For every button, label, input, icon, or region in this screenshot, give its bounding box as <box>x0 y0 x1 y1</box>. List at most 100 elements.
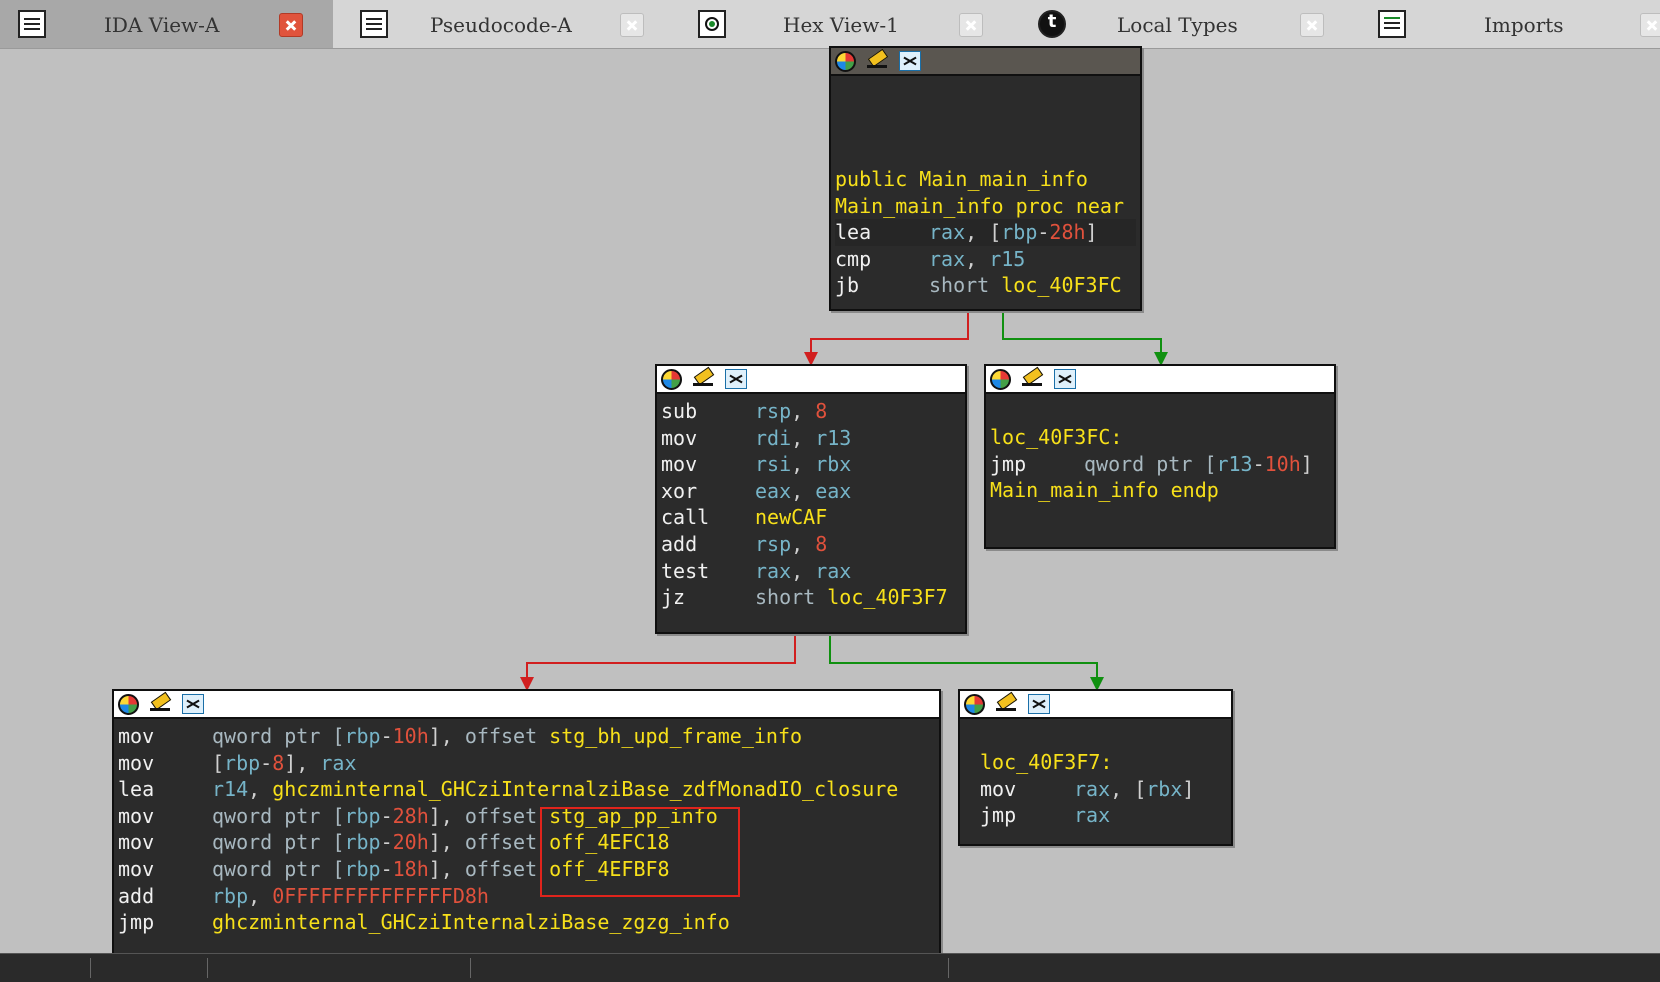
number: 10h <box>392 724 429 748</box>
code-line[interactable]: call newCAF <box>661 504 961 531</box>
label-definition[interactable]: loc_40F3F7: <box>980 750 1112 774</box>
tab-hex-view-1[interactable]: Hex View-1 <box>680 0 998 48</box>
punctuation: ], <box>428 803 465 828</box>
close-icon[interactable] <box>959 13 983 37</box>
mnemonic: mov <box>118 830 155 855</box>
group-nodes-icon[interactable] <box>899 51 921 71</box>
group-nodes-icon[interactable] <box>1054 369 1076 389</box>
rename-pencil-icon[interactable] <box>996 694 1018 714</box>
graph-node-entry[interactable]: public Main_main_info Main_main_info pro… <box>829 46 1142 311</box>
tab-ida-view-a[interactable]: IDA View-A <box>0 0 333 48</box>
punctuation: - <box>1252 451 1265 476</box>
hex-view-icon <box>698 10 726 38</box>
graph-node-newcaf[interactable]: sub rsp, 8 mov rdi, r13 mov rsi, rbx xor eax… <box>655 364 967 634</box>
mnemonic: lea <box>118 777 155 802</box>
tab-pseudocode-a[interactable]: Pseudocode-A <box>340 0 658 48</box>
graph-node-loc-40f3fc[interactable]: loc_40F3FC: jmp qword ptr [r13-10h] Main_… <box>984 364 1336 549</box>
graph-node-main[interactable]: mov qword ptr [rbp-10h], offset stg_bh_up… <box>112 689 941 960</box>
code-line[interactable]: jmp rax <box>980 802 1227 829</box>
operand-keyword: qword ptr [ <box>1084 451 1217 476</box>
directive: proc <box>1015 193 1064 218</box>
symbol[interactable]: newCAF <box>755 505 827 529</box>
edge-true <box>1002 310 1162 355</box>
code-line[interactable]: sub rsp, 8 <box>661 398 961 425</box>
punctuation: [ <box>212 750 225 775</box>
code-line[interactable]: mov [rbp-8], rax <box>118 750 935 777</box>
label-definition[interactable]: loc_40F3FC: <box>990 425 1122 449</box>
punctuation: - <box>260 750 273 775</box>
code-line[interactable]: add rsp, 8 <box>661 531 961 558</box>
color-palette-icon[interactable] <box>661 369 682 390</box>
code-line[interactable]: jmp ghczminternal_GHCziInternalziBase_zgz… <box>118 909 935 936</box>
code-line[interactable]: add rbp, 0FFFFFFFFFFFFFFD8h <box>118 883 935 910</box>
register: rbx <box>815 452 852 477</box>
register: rax <box>815 558 852 583</box>
code-line[interactable]: jb short loc_40F3FC <box>835 272 1136 299</box>
code-line[interactable]: mov rsi, rbx <box>661 451 961 478</box>
code-line[interactable]: lea rax, [rbp-28h] <box>835 219 1136 246</box>
code-line[interactable]: mov qword ptr [rbp-20h], offset off_4EFC1… <box>118 829 935 856</box>
mnemonic: add <box>661 531 698 556</box>
close-icon[interactable] <box>279 13 303 37</box>
operand-keyword: offset <box>464 856 538 881</box>
code-line[interactable]: test rax, rax <box>661 558 961 585</box>
close-icon[interactable] <box>1640 13 1660 37</box>
code-line[interactable]: public Main_main_info <box>835 166 1136 193</box>
code-line[interactable]: mov rdi, r13 <box>661 425 961 452</box>
close-icon[interactable] <box>1300 13 1324 37</box>
code-line[interactable]: Main_main_info endp <box>990 477 1330 504</box>
color-palette-icon[interactable] <box>835 51 856 72</box>
symbol[interactable]: Main_main_info <box>835 194 1004 218</box>
node-header <box>831 48 1140 76</box>
label-reference[interactable]: loc_40F3FC <box>1001 273 1121 297</box>
symbol[interactable]: ghczminternal_GHCziInternalziBase_zgzg_i… <box>212 910 730 934</box>
code-line[interactable]: lea r14, ghczminternal_GHCziInternalziBas… <box>118 776 935 803</box>
code-line[interactable]: jmp qword ptr [r13-10h] <box>990 451 1330 478</box>
tab-imports[interactable]: Imports <box>1358 0 1660 48</box>
code-line[interactable]: Main_main_info proc near <box>835 193 1136 220</box>
operand-keyword: offset <box>464 724 538 748</box>
group-nodes-icon[interactable] <box>725 369 747 389</box>
bottom-bar-segment <box>470 958 471 978</box>
punctuation: ], <box>284 750 321 775</box>
operand-keyword: offset <box>464 830 538 855</box>
register: rax <box>1074 803 1111 828</box>
code-line[interactable]: mov qword ptr [rbp-28h], offset stg_ap_pp… <box>118 803 935 830</box>
register: rbp <box>344 803 381 828</box>
number: 0FFFFFFFFFFFFFFD8h <box>272 883 489 908</box>
mnemonic: mov <box>118 803 155 828</box>
color-palette-icon[interactable] <box>118 694 139 715</box>
label-reference[interactable]: loc_40F3F7 <box>827 585 947 609</box>
tab-local-types[interactable]: Local Types <box>1018 0 1336 48</box>
code-line[interactable]: mov qword ptr [rbp-18h], offset off_4EFBF… <box>118 856 935 883</box>
rename-pencil-icon[interactable] <box>693 369 715 389</box>
code-line[interactable]: cmp rax, r15 <box>835 246 1136 273</box>
number: 8 <box>815 399 828 423</box>
code-line[interactable]: mov rax, [rbx] <box>980 776 1227 803</box>
rename-pencil-icon[interactable] <box>150 694 172 714</box>
symbol[interactable]: ghczminternal_GHCziInternalziBase_zdfMon… <box>272 777 898 801</box>
operand-keyword: short <box>755 585 816 610</box>
rename-pencil-icon[interactable] <box>867 51 889 71</box>
group-nodes-icon[interactable] <box>1028 694 1050 714</box>
bottom-bar-segment <box>948 958 949 978</box>
graph-node-loc-40f3f7[interactable]: loc_40F3F7: mov rax, [rbx] jmp rax <box>958 689 1233 846</box>
code-line[interactable]: jz short loc_40F3F7 <box>661 584 961 611</box>
symbol[interactable]: Main_main_info <box>990 478 1159 502</box>
code-line[interactable]: mov qword ptr [rbp-10h], offset stg_bh_up… <box>118 723 935 750</box>
code-line[interactable]: loc_40F3F7: <box>980 749 1227 776</box>
symbol[interactable]: Main_main_info <box>919 167 1088 191</box>
code-line[interactable]: loc_40F3FC: <box>990 424 1330 451</box>
directive: endp <box>1170 478 1219 503</box>
symbol[interactable]: stg_bh_upd_frame_info <box>549 724 802 748</box>
rename-pencil-icon[interactable] <box>1022 369 1044 389</box>
edge-true <box>829 633 1098 680</box>
group-nodes-icon[interactable] <box>182 694 204 714</box>
close-icon[interactable] <box>620 13 644 37</box>
code-line[interactable]: xor eax, eax <box>661 478 961 505</box>
punctuation: , <box>791 478 816 503</box>
register: rbp <box>344 856 381 881</box>
mnemonic: test <box>661 558 710 583</box>
color-palette-icon[interactable] <box>990 369 1011 390</box>
color-palette-icon[interactable] <box>964 694 985 715</box>
